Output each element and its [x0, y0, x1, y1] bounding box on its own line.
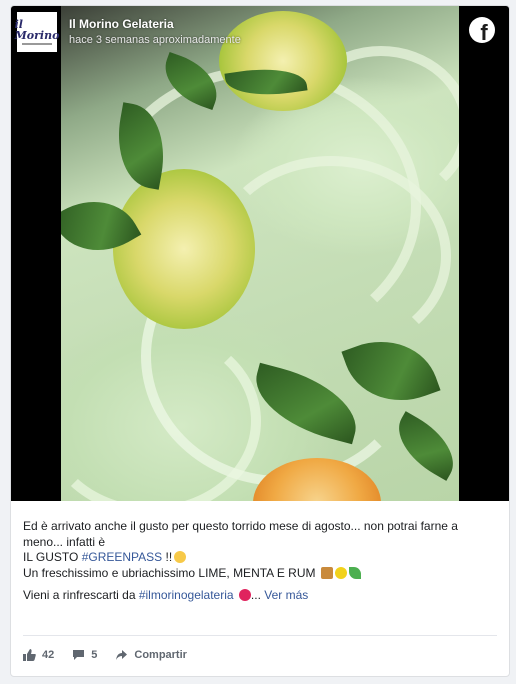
heart-icon [238, 589, 251, 601]
hashtag-greenpass[interactable]: #GREENPASS [82, 550, 162, 564]
post-line-3-text: Un freschissimo e ubriachissimo LIME, ME… [23, 565, 319, 580]
post-media[interactable]: il Morino Il Morino Gelateria hace 3 sem… [11, 6, 509, 501]
share-icon [116, 650, 128, 660]
share-label: Compartir [134, 649, 187, 661]
post-line-2-suffix: !! [162, 550, 173, 564]
like-button[interactable]: 42 [23, 649, 54, 661]
comment-icon [73, 650, 85, 660]
post-text: Ed è arrivato anche il gusto per questo … [23, 519, 499, 604]
gelato-photo[interactable] [61, 6, 459, 501]
grinning-emoji-icon [174, 551, 187, 563]
comment-count: 5 [91, 649, 98, 661]
ellipsis: ... [250, 588, 261, 602]
post-line-2: IL GUSTO #GREENPASS !! [23, 550, 499, 566]
logo-text: il Morino [14, 18, 60, 42]
thumbs-up-icon [23, 649, 36, 661]
page-logo[interactable]: il Morino [14, 12, 60, 52]
post-line-1-text: Ed è arrivato anche il gusto per questo … [23, 519, 458, 549]
post-header: il Morino Il Morino Gelateria hace 3 sem… [14, 12, 503, 52]
see-more-link[interactable]: Ver más [264, 588, 308, 602]
facebook-icon[interactable]: f [469, 17, 495, 43]
comment-button[interactable]: 5 [72, 649, 97, 661]
post-footer: 42 5 Compartir [23, 645, 205, 665]
logo-underline [22, 43, 52, 45]
post-line-1: Ed è arrivato anche il gusto per questo … [23, 519, 499, 550]
lime-slice [113, 169, 255, 329]
like-count: 42 [42, 649, 55, 661]
footer-divider [23, 635, 497, 636]
post-line-4-prefix: Vieni a rinfrescarti da [23, 588, 139, 602]
post-line-3: Un freschissimo e ubriachissimo LIME, ME… [23, 566, 499, 582]
post-card: il Morino Il Morino Gelateria hace 3 sem… [10, 5, 510, 677]
post-line-2-prefix: IL GUSTO [23, 550, 82, 564]
lemon-icon [334, 566, 347, 579]
hashtag-ilmorinogelateria[interactable]: #ilmorinogelateria [139, 588, 234, 602]
post-line-4: Vieni a rinfrescarti da #ilmorinogelater… [23, 588, 499, 604]
tumbler-glass-icon [320, 566, 333, 579]
seedling-icon [348, 566, 361, 579]
share-button[interactable]: Compartir [115, 649, 187, 661]
page-name-link[interactable]: Il Morino Gelateria [69, 17, 174, 31]
post-timestamp[interactable]: hace 3 semanas aproximadamente [69, 34, 241, 46]
